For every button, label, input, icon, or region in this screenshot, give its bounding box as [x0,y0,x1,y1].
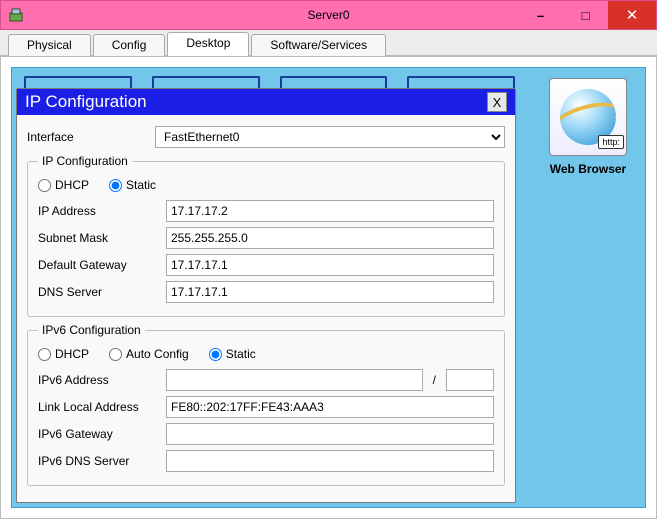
window-title: Server0 [307,8,349,22]
dialog-close-button[interactable]: X [487,92,507,112]
ipv6-prefix-input[interactable] [446,369,494,391]
ipv6-static-option[interactable]: Static [209,347,256,361]
ipv6-legend: IPv6 Configuration [38,323,145,337]
tab-config[interactable]: Config [93,34,166,56]
default-gateway-input[interactable] [166,254,494,276]
main-tabstrip: Physical Config Desktop Software/Service… [0,30,657,56]
ipv4-legend: IP Configuration [38,154,132,168]
link-local-label: Link Local Address [38,400,160,414]
close-button[interactable]: ✕ [608,1,656,29]
workspace: http: Web Browser IP Configuration X Int… [0,56,657,519]
ip-config-dialog: IP Configuration X Interface FastEtherne… [16,88,516,503]
dns-server-input[interactable] [166,281,494,303]
ipv6-gateway-input[interactable] [166,423,494,445]
ipv4-dhcp-option[interactable]: DHCP [38,178,89,192]
interface-select[interactable]: FastEthernet0 [155,126,505,148]
desktop-app-web-browser[interactable]: http: Web Browser [541,78,635,176]
app-icon [1,0,31,30]
ipv4-dhcp-radio[interactable] [38,179,51,192]
window-titlebar: Server0 – □ ✕ [0,0,657,30]
dialog-titlebar: IP Configuration X [17,89,515,115]
minimize-button[interactable]: – [518,1,563,29]
ipv6-auto-option[interactable]: Auto Config [109,347,189,361]
http-badge: http: [598,135,624,149]
window-controls: – □ ✕ [518,1,656,29]
desktop-area: http: Web Browser IP Configuration X Int… [11,67,646,508]
default-gateway-label: Default Gateway [38,258,160,272]
subnet-mask-label: Subnet Mask [38,231,160,245]
desktop-app-label: Web Browser [541,162,635,176]
prefix-separator: / [429,373,440,387]
ip-address-input[interactable] [166,200,494,222]
ipv6-gateway-label: IPv6 Gateway [38,427,160,441]
ipv4-fieldset: IP Configuration DHCP Static IP Address … [27,154,505,317]
maximize-button[interactable]: □ [563,1,608,29]
web-browser-icon: http: [549,78,627,156]
interface-label: Interface [27,130,149,144]
tab-desktop[interactable]: Desktop [167,32,249,56]
ipv6-auto-radio[interactable] [109,348,122,361]
ipv6-address-input[interactable] [166,369,423,391]
tab-physical[interactable]: Physical [8,34,91,56]
ipv6-dns-input[interactable] [166,450,494,472]
ipv4-static-radio[interactable] [109,179,122,192]
link-local-input[interactable] [166,396,494,418]
ipv6-address-label: IPv6 Address [38,373,160,387]
ipv6-dhcp-option[interactable]: DHCP [38,347,89,361]
ipv6-dhcp-radio[interactable] [38,348,51,361]
dialog-title-text: IP Configuration [25,92,147,112]
ip-address-label: IP Address [38,204,160,218]
ipv6-fieldset: IPv6 Configuration DHCP Auto Config Stat… [27,323,505,486]
ipv6-static-radio[interactable] [209,348,222,361]
subnet-mask-input[interactable] [166,227,494,249]
dialog-body: Interface FastEthernet0 IP Configuration… [17,115,515,502]
tab-software-services[interactable]: Software/Services [251,34,386,56]
dns-server-label: DNS Server [38,285,160,299]
ipv6-dns-label: IPv6 DNS Server [38,454,160,468]
ipv4-static-option[interactable]: Static [109,178,156,192]
